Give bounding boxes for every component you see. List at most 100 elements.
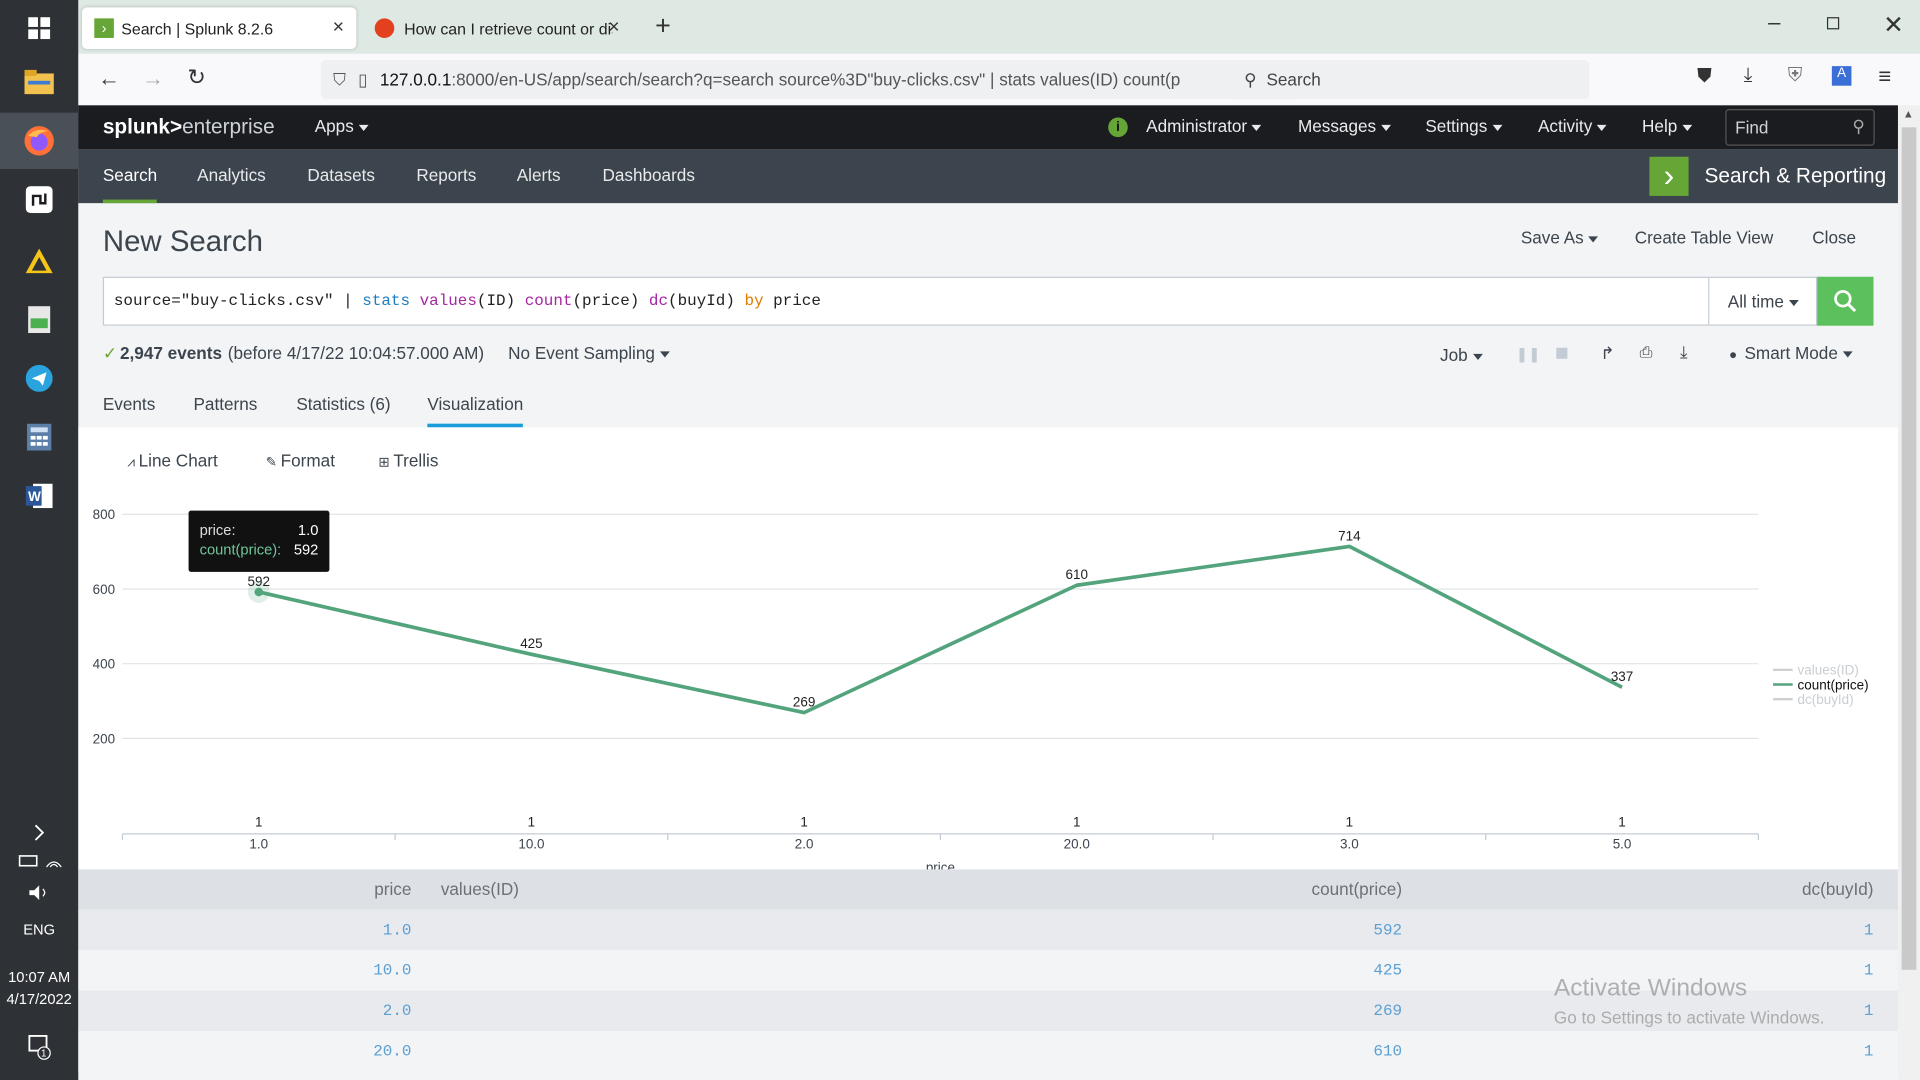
minimize-icon[interactable]: –: [1768, 10, 1780, 36]
cell-count[interactable]: 592: [1373, 921, 1402, 939]
cell-count[interactable]: 425: [1373, 961, 1402, 979]
stop-icon[interactable]: [1556, 347, 1568, 359]
browser-search-placeholder: Search: [1266, 69, 1321, 90]
word-icon[interactable]: W: [0, 468, 78, 524]
pause-icon[interactable]: ❚❚: [1516, 345, 1541, 362]
create-table-view-button[interactable]: Create Table View: [1635, 228, 1774, 248]
x-tick-label: 2.0: [795, 837, 814, 852]
save-as-menu[interactable]: Save As: [1520, 227, 1599, 248]
notification-icon[interactable]: 1: [0, 1033, 78, 1064]
app-title[interactable]: Search & Reporting: [1705, 164, 1887, 188]
splunk-logo[interactable]: splunk>enterprise: [103, 115, 275, 139]
firefox-icon[interactable]: [0, 112, 79, 169]
help-menu[interactable]: Help: [1642, 116, 1693, 136]
table-row[interactable]: 1.0 592 1: [78, 909, 1898, 951]
browser-tab-splunk[interactable]: › Search | Splunk 8.2.6 ×: [82, 7, 357, 49]
browser-search-box[interactable]: ⚲ Search: [1231, 60, 1590, 100]
cell-dc[interactable]: 1: [1864, 921, 1874, 939]
nav-dashboards[interactable]: Dashboards: [602, 149, 694, 203]
battery-wifi-icon[interactable]: [0, 852, 78, 873]
administrator-menu[interactable]: Administrator: [1146, 116, 1262, 136]
cell-price[interactable]: 1.0: [383, 921, 412, 939]
page-scrollbar[interactable]: ▲: [1897, 105, 1920, 1080]
search-mode-menu[interactable]: ● Smart Mode: [1729, 343, 1853, 362]
hamburger-menu-icon[interactable]: ≡: [1878, 64, 1891, 90]
save-as-label: Save As: [1520, 227, 1584, 248]
find-input[interactable]: Find ⚲: [1725, 108, 1875, 146]
print-icon[interactable]: ⎙: [1640, 343, 1653, 363]
shield-icon[interactable]: ⛉: [333, 69, 346, 90]
export-icon[interactable]: ⤓: [1680, 342, 1688, 363]
tab-close-icon[interactable]: ×: [608, 17, 619, 39]
cell-dc[interactable]: 1: [1864, 1042, 1874, 1060]
x-tick-label: 20.0: [1064, 837, 1090, 852]
app-icon-terminal[interactable]: [0, 171, 78, 227]
browser-tab-answers[interactable]: How can I retrieve count or dist ×: [362, 7, 631, 49]
x-tick-label: 1.0: [249, 837, 268, 852]
url-bar[interactable]: ⛉ ▯ 127.0.0.1:8000/en-US/app/search/sear…: [320, 60, 1296, 100]
cell-count[interactable]: 610: [1373, 1042, 1402, 1060]
event-sampling-menu[interactable]: No Event Sampling: [508, 343, 670, 362]
tab-patterns[interactable]: Patterns: [193, 394, 257, 414]
cell-price[interactable]: 20.0: [373, 1042, 411, 1060]
nav-search[interactable]: Search: [102, 149, 158, 204]
restore-icon[interactable]: [1826, 17, 1840, 30]
new-tab-icon[interactable]: +: [655, 10, 671, 42]
activity-menu[interactable]: Activity: [1538, 116, 1607, 136]
header-values-id[interactable]: values(ID): [441, 879, 519, 899]
forward-icon[interactable]: →: [142, 66, 164, 92]
tab-close-icon[interactable]: ×: [333, 17, 344, 39]
tab-statistics[interactable]: Statistics (6): [296, 394, 390, 414]
clock-date[interactable]: 4/17/2022: [0, 991, 78, 1008]
query-keyword: by: [744, 291, 764, 310]
share-icon[interactable]: ↱: [1600, 343, 1614, 364]
info-icon[interactable]: i: [1108, 117, 1128, 138]
scrollbar-thumb[interactable]: [1901, 127, 1917, 970]
file-explorer-icon[interactable]: [0, 54, 78, 110]
windows-start-icon[interactable]: [0, 0, 78, 56]
clock-time[interactable]: 10:07 AM: [0, 969, 78, 986]
app-icon-triangle[interactable]: [0, 233, 78, 289]
search-button[interactable]: [1817, 276, 1874, 326]
cell-price[interactable]: 10.0: [373, 961, 411, 979]
cell-dc[interactable]: 1: [1864, 1002, 1874, 1020]
header-price[interactable]: price: [374, 879, 411, 899]
cell-price[interactable]: 2.0: [383, 1002, 412, 1020]
nav-alerts[interactable]: Alerts: [517, 149, 561, 203]
tab-events[interactable]: Events: [103, 394, 155, 414]
page-icon: ▯: [358, 69, 368, 89]
cell-dc[interactable]: 1: [1864, 961, 1874, 979]
close-button[interactable]: Close: [1812, 228, 1856, 248]
header-count-price[interactable]: count(price): [1312, 879, 1403, 899]
close-window-icon[interactable]: ✕: [1883, 10, 1904, 41]
back-icon[interactable]: ←: [98, 66, 120, 92]
nav-analytics[interactable]: Analytics: [197, 149, 266, 203]
header-dc-buyid[interactable]: dc(buyId): [1802, 879, 1873, 899]
search-query-input[interactable]: source="buy-clicks.csv" | stats values(I…: [102, 276, 1710, 326]
job-menu[interactable]: Job: [1440, 345, 1483, 365]
pocket-icon[interactable]: ⛊: [1697, 66, 1712, 88]
messages-menu[interactable]: Messages: [1298, 116, 1391, 136]
download-icon[interactable]: ⤓: [1744, 65, 1753, 87]
extension-shield-icon[interactable]: ⛨: [1788, 65, 1803, 87]
find-search-icon[interactable]: ⚲: [1852, 116, 1865, 137]
line-chart[interactable]: 2004006008001.0 10.0 2.0 20.0 3.0 5.0price1 1 1…: [78, 427, 1898, 870]
app-icon-notepad[interactable]: [0, 291, 78, 347]
search-icon: [1834, 290, 1857, 313]
nav-datasets[interactable]: Datasets: [307, 149, 375, 203]
translate-extension-icon[interactable]: A: [1831, 66, 1852, 86]
tab-visualization[interactable]: Visualization: [427, 394, 524, 428]
calculator-icon[interactable]: [0, 409, 78, 465]
table-row[interactable]: 20.0 610 1: [78, 1031, 1898, 1072]
nav-reports[interactable]: Reports: [416, 149, 476, 203]
tooltip-key-price: price:: [199, 521, 236, 539]
scroll-up-icon[interactable]: ▲: [1903, 108, 1914, 120]
apps-menu[interactable]: Apps: [315, 116, 369, 136]
reload-icon[interactable]: ↻: [187, 65, 205, 91]
speaker-icon[interactable]: [0, 884, 78, 905]
telegram-icon[interactable]: [0, 350, 78, 406]
language-indicator[interactable]: ENG: [0, 921, 78, 938]
cell-count[interactable]: 269: [1373, 1002, 1402, 1020]
settings-menu[interactable]: Settings: [1425, 116, 1502, 136]
time-range-picker[interactable]: All time: [1709, 276, 1818, 326]
